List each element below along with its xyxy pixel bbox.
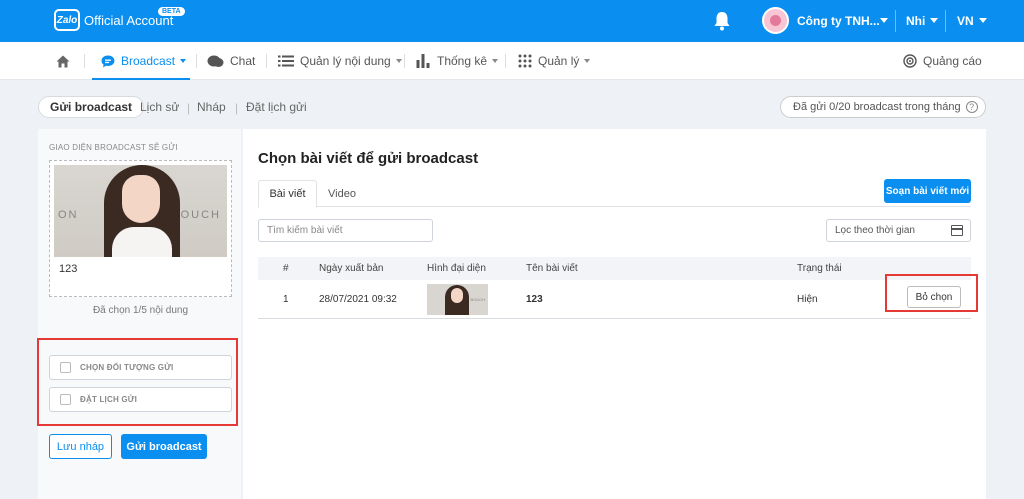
row-status: Hiện [797, 294, 818, 305]
column-header: Tên bài viết [526, 263, 578, 274]
page-title: Chọn bài viết để gửi broadcast [258, 150, 479, 167]
nav-broadcast-label: Broadcast [121, 54, 176, 68]
column-header: Ngày xuất bản [319, 263, 384, 274]
highlight-box [37, 338, 238, 426]
company-name[interactable]: Công ty TNH... [797, 14, 880, 28]
save-draft-button[interactable]: Lưu nháp [49, 434, 112, 459]
chat-icon [207, 55, 224, 68]
search-input[interactable] [258, 219, 433, 242]
photo-wall-text: ON [58, 209, 79, 221]
nav-chat-label: Chat [230, 54, 256, 68]
divider [945, 10, 946, 32]
send-broadcast-button[interactable]: Gửi broadcast [121, 434, 207, 459]
preview-article-name: 123 [59, 263, 78, 275]
selected-count: Đã chọn 1/5 nội dung [92, 305, 189, 316]
broadcast-icon [101, 55, 115, 68]
broadcast-quota: Đã gửi 0/20 broadcast trong tháng ? [780, 96, 986, 118]
zalo-logo-badge: Zalo [54, 9, 80, 31]
divider [895, 10, 896, 32]
divider [505, 54, 506, 68]
nav-management-label: Quản lý [538, 54, 580, 68]
nav-management[interactable]: Quản lý [518, 42, 591, 80]
chevron-down-icon [584, 59, 591, 63]
chevron-down-icon[interactable] [880, 18, 888, 23]
photo-face [122, 175, 160, 223]
calendar-icon[interactable] [951, 225, 963, 236]
list-icon [278, 55, 294, 67]
tab-drafts[interactable]: Nháp [197, 100, 226, 114]
divider: | [235, 101, 239, 115]
tab-send-broadcast[interactable]: Gửi broadcast [38, 96, 145, 118]
row-index: 1 [283, 294, 289, 305]
broadcast-quota-text: Đã gửi 0/20 broadcast trong tháng [793, 101, 961, 113]
chevron-down-icon [180, 59, 187, 63]
chevron-down-icon[interactable] [979, 18, 987, 23]
divider [404, 54, 405, 68]
nav-content-label: Quản lý nội dung [300, 54, 391, 68]
home-nav[interactable] [56, 42, 70, 80]
preview-title: GIAO DIỆN BROADCAST SẼ GỬI [49, 143, 178, 152]
divider: | [187, 101, 191, 115]
nav-broadcast[interactable]: Broadcast [92, 42, 190, 80]
divider [196, 54, 197, 68]
user-name[interactable]: Nhi [906, 14, 925, 28]
bar-chart-icon [416, 54, 431, 68]
row-thumbnail: BOUCH [427, 284, 488, 315]
column-header: Hình đại diện [427, 263, 486, 274]
row-date: 28/07/2021 09:32 [319, 294, 397, 305]
top-header: Zalo Official Account BETA Công ty TNH..… [0, 0, 1024, 42]
nav-statistics[interactable]: Thống kê [416, 42, 499, 80]
unselect-button[interactable]: Bỏ chọn [907, 286, 961, 308]
compose-article-button[interactable]: Soạn bài viết mới [884, 179, 971, 203]
column-header: Trạng thái [797, 263, 842, 274]
tab-video[interactable]: Video [322, 180, 362, 207]
nav-content-management[interactable]: Quản lý nội dung [278, 42, 402, 80]
nav-chat[interactable]: Chat [207, 42, 255, 80]
chevron-down-icon [492, 59, 499, 63]
zalo-logo[interactable]: Zalo Official Account BETA [54, 7, 185, 31]
nav-ads[interactable]: Quảng cáo [903, 42, 982, 80]
tab-history[interactable]: Lịch sử [140, 100, 179, 114]
nav-statistics-label: Thống kê [437, 54, 488, 68]
date-filter-label: Lọc theo thời gian [835, 225, 915, 236]
divider [84, 54, 85, 68]
row-title[interactable]: 123 [526, 294, 543, 305]
thumb-face [451, 288, 463, 303]
content-tabs: Bài viết Video [258, 180, 971, 208]
avatar[interactable] [762, 7, 789, 34]
column-header: # [283, 263, 289, 274]
chevron-down-icon [395, 59, 402, 63]
language-selector[interactable]: VN [957, 14, 974, 28]
home-icon [56, 55, 70, 67]
target-icon [903, 54, 917, 68]
help-icon[interactable]: ? [965, 101, 978, 113]
photo-body [112, 227, 172, 257]
bell-icon[interactable] [713, 11, 731, 31]
tab-articles[interactable]: Bài viết [258, 180, 317, 208]
main-nav: Broadcast Chat Quản lý nội dung Thống kê… [0, 42, 1024, 80]
preview-image: ON BOUCH [54, 165, 227, 257]
tab-schedule[interactable]: Đặt lịch gửi [246, 100, 307, 114]
thumb-wall-text: BOUCH [470, 297, 485, 302]
divider [266, 54, 267, 68]
grid-icon [518, 54, 532, 68]
chevron-down-icon[interactable] [930, 18, 938, 23]
date-filter[interactable]: Lọc theo thời gian [826, 219, 971, 242]
nav-ads-label: Quảng cáo [923, 54, 982, 68]
beta-badge: BETA [158, 7, 185, 16]
